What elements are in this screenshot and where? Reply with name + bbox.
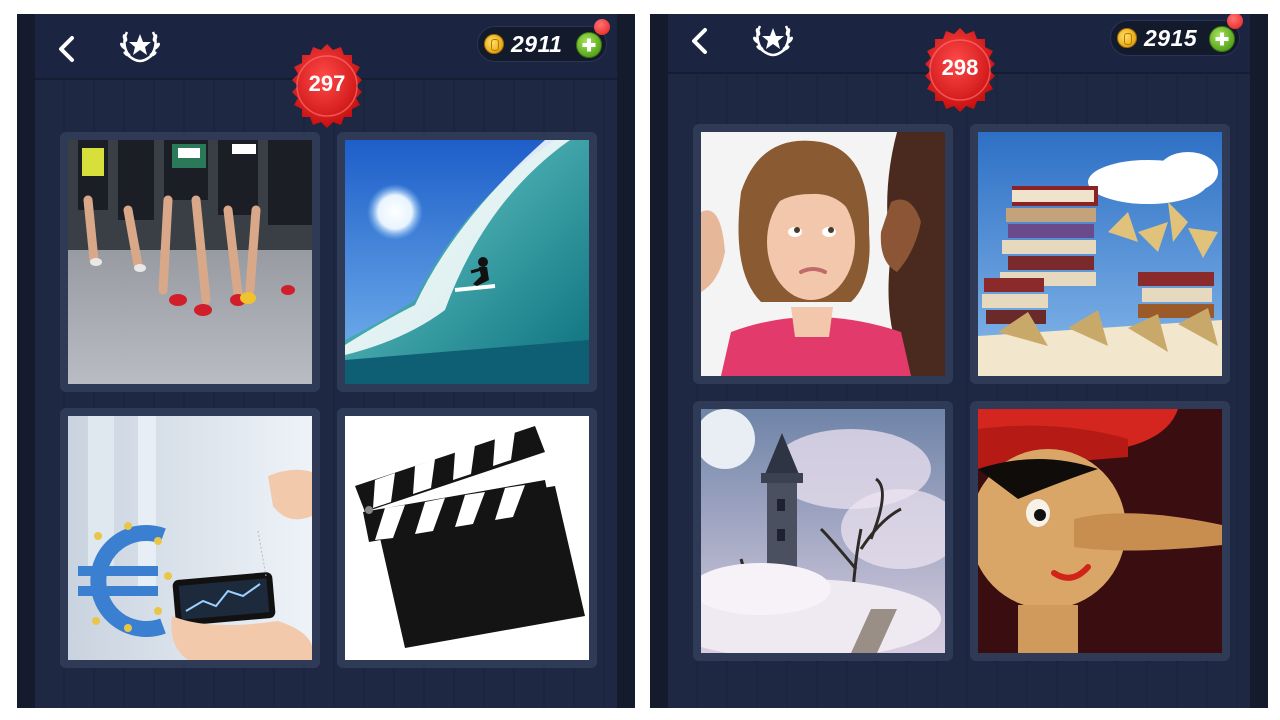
achievements-laurel-icon[interactable] xyxy=(117,24,163,64)
back-arrow-icon[interactable] xyxy=(686,26,716,56)
clue-image-tile-3[interactable] xyxy=(60,408,320,668)
stacked-books-photo xyxy=(978,132,1222,376)
coin-icon xyxy=(1117,28,1137,48)
add-coins-plus-icon[interactable] xyxy=(576,32,602,58)
game-screen-level-298: 2915 298 xyxy=(650,14,1268,708)
whispering-women-photo xyxy=(701,132,945,376)
clue-image-tile-4[interactable] xyxy=(337,408,597,668)
clue-image-tile-2[interactable] xyxy=(337,132,597,392)
coin-counter: 2915 xyxy=(1110,14,1243,56)
coin-counter: 2911 xyxy=(477,19,610,62)
coin-count: 2915 xyxy=(1144,24,1198,51)
clue-image-tile-1[interactable] xyxy=(60,132,320,392)
level-badge: 298 xyxy=(914,24,1006,116)
clue-image-tile-4[interactable] xyxy=(970,401,1230,661)
pinocchio-nose-photo xyxy=(978,409,1222,653)
achievements-laurel-icon[interactable] xyxy=(750,18,796,58)
clue-image-tile-1[interactable] xyxy=(693,124,953,384)
add-coins-plus-icon[interactable] xyxy=(1209,26,1235,52)
level-badge: 297 xyxy=(281,40,373,132)
marathon-runners-photo xyxy=(68,140,312,384)
notification-dot xyxy=(594,19,610,35)
clue-image-tile-3[interactable] xyxy=(693,401,953,661)
clue-image-tile-2[interactable] xyxy=(970,124,1230,384)
back-arrow-icon[interactable] xyxy=(53,34,83,64)
surfer-wave-photo xyxy=(345,140,589,384)
coin-count: 2911 xyxy=(511,30,563,57)
castle-tower-clouds-photo xyxy=(701,409,945,653)
film-clapperboard-photo xyxy=(345,416,589,660)
level-number: 298 xyxy=(941,55,979,80)
euro-stock-phone-photo xyxy=(68,416,312,660)
level-number: 297 xyxy=(308,71,346,96)
game-screen-level-297: 2911 297 xyxy=(17,14,635,708)
coin-icon xyxy=(484,34,504,54)
